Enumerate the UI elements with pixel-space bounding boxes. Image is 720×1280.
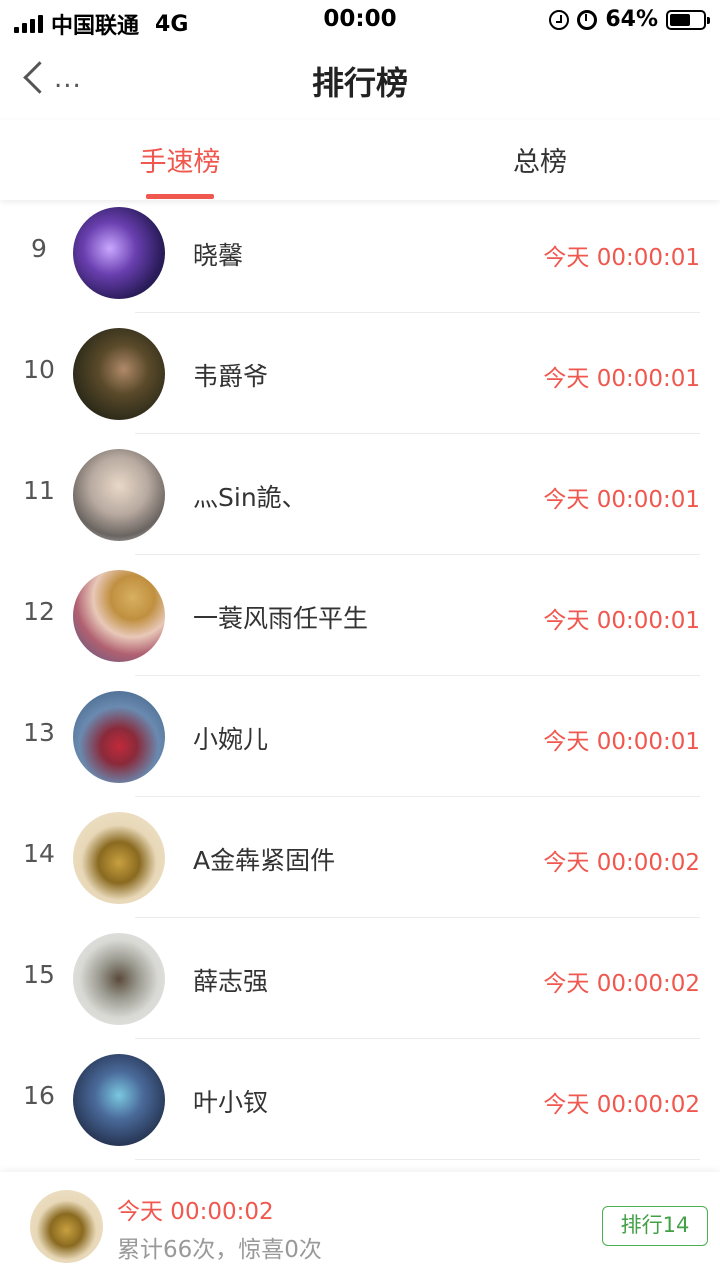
battery-fill: [670, 13, 691, 26]
tab-speed-rank[interactable]: 手速榜: [0, 140, 360, 179]
status-right: 64%: [549, 7, 710, 32]
rank-number: 15: [23, 960, 55, 989]
active-tab-indicator: [146, 194, 214, 199]
my-stats: 累计66次，惊喜0次: [117, 1237, 322, 1263]
my-avatar: [30, 1190, 103, 1263]
user-name: 灬Sin詭、: [193, 483, 307, 512]
rank-number: 11: [23, 476, 55, 505]
list-item[interactable]: 14 A金犇紧固件 今天 00:00:02: [0, 797, 720, 918]
user-name: A金犇紧固件: [193, 846, 336, 875]
rank-list: 9 晓馨 今天 00:00:01 10 韦爵爷 今天 00:00:01 11 灬…: [0, 192, 720, 1160]
list-item[interactable]: 10 韦爵爷 今天 00:00:01: [0, 313, 720, 434]
record-time: 今天 00:00:01: [543, 608, 700, 634]
record-time: 今天 00:00:01: [543, 245, 700, 271]
avatar: [73, 1054, 165, 1146]
list-item[interactable]: 15 薛志强 今天 00:00:02: [0, 918, 720, 1039]
list-item[interactable]: 13 小婉儿 今天 00:00:01: [0, 676, 720, 797]
rank-number: 9: [31, 234, 47, 263]
user-name: 韦爵爷: [193, 362, 269, 391]
orientation-lock-icon: [549, 9, 570, 30]
record-time: 今天 00:00:01: [543, 487, 700, 513]
avatar: [73, 207, 165, 299]
user-name: 晓馨: [193, 241, 244, 270]
my-record-time: 今天 00:00:02: [117, 1199, 274, 1225]
tab-total-rank[interactable]: 总榜: [360, 140, 720, 179]
record-time: 今天 00:00:02: [543, 971, 700, 997]
list-item[interactable]: 12 一蓑风雨任平生 今天 00:00:01: [0, 555, 720, 676]
list-item[interactable]: 11 灬Sin詭、 今天 00:00:01: [0, 434, 720, 555]
record-time: 今天 00:00:01: [543, 366, 700, 392]
alarm-icon: [577, 9, 598, 30]
rank-number: 14: [23, 839, 55, 868]
tab-bar: 手速榜 总榜: [0, 120, 720, 200]
avatar: [73, 933, 165, 1025]
divider: [135, 1159, 700, 1160]
battery-icon: [666, 9, 710, 30]
rank-number: 12: [23, 597, 55, 626]
rank-number: 13: [23, 718, 55, 747]
record-time: 今天 00:00:01: [543, 729, 700, 755]
avatar: [73, 449, 165, 541]
status-bar: 中国联通 4G 00:00 64%: [0, 0, 720, 40]
list-item[interactable]: 9 晓馨 今天 00:00:01: [0, 192, 720, 313]
avatar: [73, 328, 165, 420]
avatar: [73, 812, 165, 904]
list-item[interactable]: 16 叶小钗 今天 00:00:02: [0, 1039, 720, 1160]
avatar: [73, 570, 165, 662]
my-record-bar: 今天 00:00:02 累计66次，惊喜0次 排行14: [0, 1172, 720, 1280]
page-title: 排行榜: [311, 64, 408, 102]
record-time: 今天 00:00:02: [543, 850, 700, 876]
user-name: 薛志强: [193, 967, 269, 996]
rank-number: 16: [23, 1081, 55, 1110]
user-name: 小婉儿: [193, 725, 269, 754]
user-name: 一蓑风雨任平生: [193, 604, 369, 633]
battery-percent: 64%: [605, 7, 658, 32]
record-time: 今天 00:00:02: [543, 1092, 700, 1118]
nav-bar: ... 排行榜: [0, 40, 720, 120]
my-rank-badge[interactable]: 排行14: [602, 1206, 708, 1246]
user-name: 叶小钗: [193, 1088, 269, 1117]
avatar: [73, 691, 165, 783]
screen: 中国联通 4G 00:00 64% ... 排行榜 手速榜 总榜 9 晓馨 今天…: [0, 0, 720, 1280]
rank-number: 10: [23, 355, 55, 384]
